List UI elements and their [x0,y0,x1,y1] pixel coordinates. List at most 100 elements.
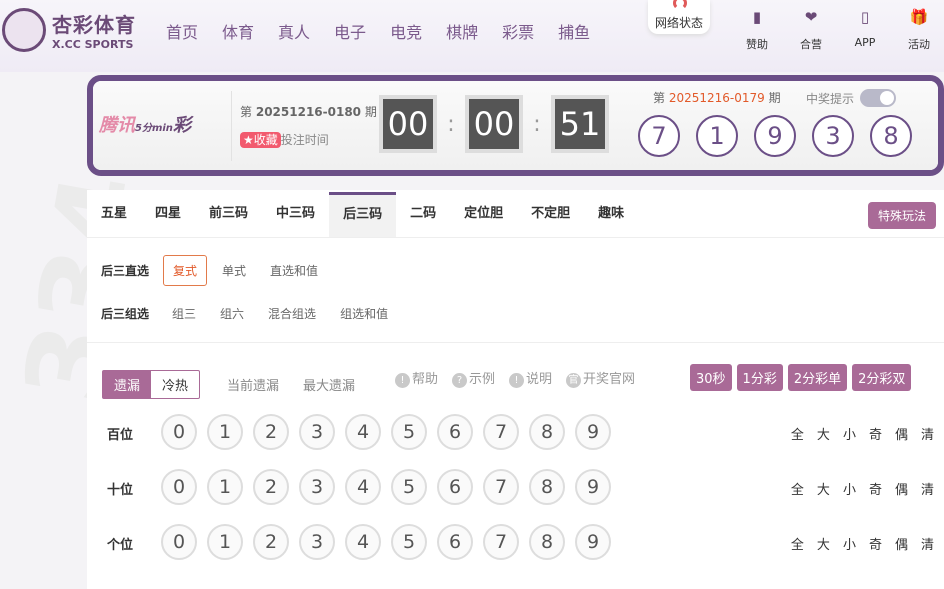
quick-select-button[interactable]: 全 [791,534,804,553]
digit-row: 十位 0 1 2 3 4 5 6 7 8 9 全大小奇偶清 [87,467,944,507]
period-button[interactable]: 2分彩双 [852,364,912,391]
digit-ball[interactable]: 7 [483,414,519,450]
tool-app[interactable]: ▯ APP [838,8,892,52]
digit-ball[interactable]: 4 [345,469,381,505]
quick-select-button[interactable]: 全 [791,424,804,443]
option[interactable]: 混合组选 [259,299,325,328]
tab[interactable]: 定位胆 [450,192,517,237]
nav-item[interactable]: 棋牌 [446,19,478,43]
network-status-button[interactable]: 网络状态 [648,0,710,34]
digit-ball[interactable]: 9 [575,469,611,505]
quick-select-button[interactable]: 偶 [895,534,908,553]
tab[interactable]: 趣味 [584,192,638,237]
quick-select-button[interactable]: 偶 [895,479,908,498]
hot-cold-button[interactable]: 冷热 [151,371,199,398]
quick-select-button[interactable]: 奇 [869,479,882,498]
option[interactable]: 组三 [163,299,205,328]
tool-sponsor[interactable]: ▮ 赞助 [730,8,784,52]
nav-item[interactable]: 电子 [334,19,366,43]
digit-ball[interactable]: 2 [253,524,289,560]
option[interactable]: 组六 [211,299,253,328]
miss-button[interactable]: 遗漏 [103,371,152,398]
quick-select-button[interactable]: 清 [921,424,934,443]
tab-active[interactable]: 后三码 [329,192,397,237]
quick-select-button[interactable]: 大 [817,534,830,553]
explain-link[interactable]: ! 说明 [509,368,552,388]
tab[interactable]: 不定胆 [517,192,584,237]
tab[interactable]: 四星 [141,192,195,237]
digit-ball[interactable]: 6 [437,524,473,560]
option[interactable]: 组选和值 [331,299,397,328]
digit-ball[interactable]: 7 [483,524,519,560]
nav-item[interactable]: 彩票 [502,19,534,43]
digit-ball[interactable]: 6 [437,414,473,450]
option[interactable]: 单式 [213,256,255,285]
option-selected[interactable]: 复式 [163,255,208,286]
current-miss-button[interactable]: 当前遗漏 [227,375,279,394]
nav-item[interactable]: 捕鱼 [558,19,590,43]
tab[interactable]: 中三码 [262,192,329,237]
digit-ball[interactable]: 1 [207,524,243,560]
quick-select-button[interactable]: 大 [817,479,830,498]
quick-select-button[interactable]: 全 [791,479,804,498]
digit-ball[interactable]: 2 [253,469,289,505]
digit-ball[interactable]: 3 [299,524,335,560]
nav-item[interactable]: 体育 [222,19,254,43]
logo[interactable]: 杏彩体育 X.CC SPORTS [2,8,136,52]
option[interactable]: 直选和值 [261,256,327,285]
tool-partner[interactable]: ❤ 合营 [784,8,838,52]
tool-activity[interactable]: 🎁 活动 [892,8,944,52]
timer-seconds: 51 [551,95,609,153]
special-play-button[interactable]: 特殊玩法 [867,202,936,229]
digit-ball[interactable]: 5 [391,414,427,450]
question-icon: ? [452,373,468,388]
favorite-button[interactable]: ★收藏 [240,132,281,148]
quick-select-button[interactable]: 清 [921,479,934,498]
digit-ball[interactable]: 7 [483,469,519,505]
digit-ball[interactable]: 2 [253,414,289,450]
digit-ball[interactable]: 9 [575,414,611,450]
nav-item[interactable]: 真人 [278,19,310,43]
digit-ball[interactable]: 4 [345,524,381,560]
quick-select-button[interactable]: 清 [921,534,934,553]
quick-select-button[interactable]: 奇 [869,534,882,553]
period-button[interactable]: 1分彩 [736,364,783,391]
help-link[interactable]: ! 帮助 [395,368,438,388]
period-button[interactable]: 30秒 [690,364,732,391]
max-miss-button[interactable]: 最大遗漏 [303,375,355,394]
digit-ball[interactable]: 6 [437,469,473,505]
digit-ball[interactable]: 9 [575,524,611,560]
digit-ball[interactable]: 0 [161,469,197,505]
digit-ball[interactable]: 8 [529,469,565,505]
nav-item[interactable]: 首页 [166,19,198,43]
quick-select-button[interactable]: 偶 [895,424,908,443]
quick-select-button[interactable]: 小 [843,424,856,443]
digit-ball[interactable]: 3 [299,469,335,505]
official-site-link[interactable]: 官开奖官网 [566,368,635,388]
digit-ball[interactable]: 0 [161,414,197,450]
quick-select-button[interactable]: 小 [843,534,856,553]
digit-ball[interactable]: 8 [529,524,565,560]
digit-ball[interactable]: 8 [529,414,565,450]
digit-ball[interactable]: 1 [207,469,243,505]
digit-ball[interactable]: 5 [391,524,427,560]
handshake-icon: ❤ [804,8,818,26]
tab[interactable]: 二码 [396,192,450,237]
digit-ball[interactable]: 4 [345,414,381,450]
digit-ball[interactable]: 0 [161,524,197,560]
network-status-label: 网络状态 [654,16,703,30]
result-ball: 9 [754,115,796,157]
digit-ball[interactable]: 5 [391,469,427,505]
digit-ball[interactable]: 3 [299,414,335,450]
digit-ball[interactable]: 1 [207,414,243,450]
quick-select-button[interactable]: 小 [843,479,856,498]
tab[interactable]: 前三码 [195,192,262,237]
tab[interactable]: 五星 [87,192,141,237]
quick-select-button[interactable]: 大 [817,424,830,443]
nav-item[interactable]: 电竞 [390,19,422,43]
logo-icon [2,8,46,52]
period-button[interactable]: 2分彩单 [787,364,848,391]
example-link[interactable]: ? 示例 [452,368,495,388]
quick-select-button[interactable]: 奇 [869,424,882,443]
win-notice-toggle[interactable] [860,89,897,107]
